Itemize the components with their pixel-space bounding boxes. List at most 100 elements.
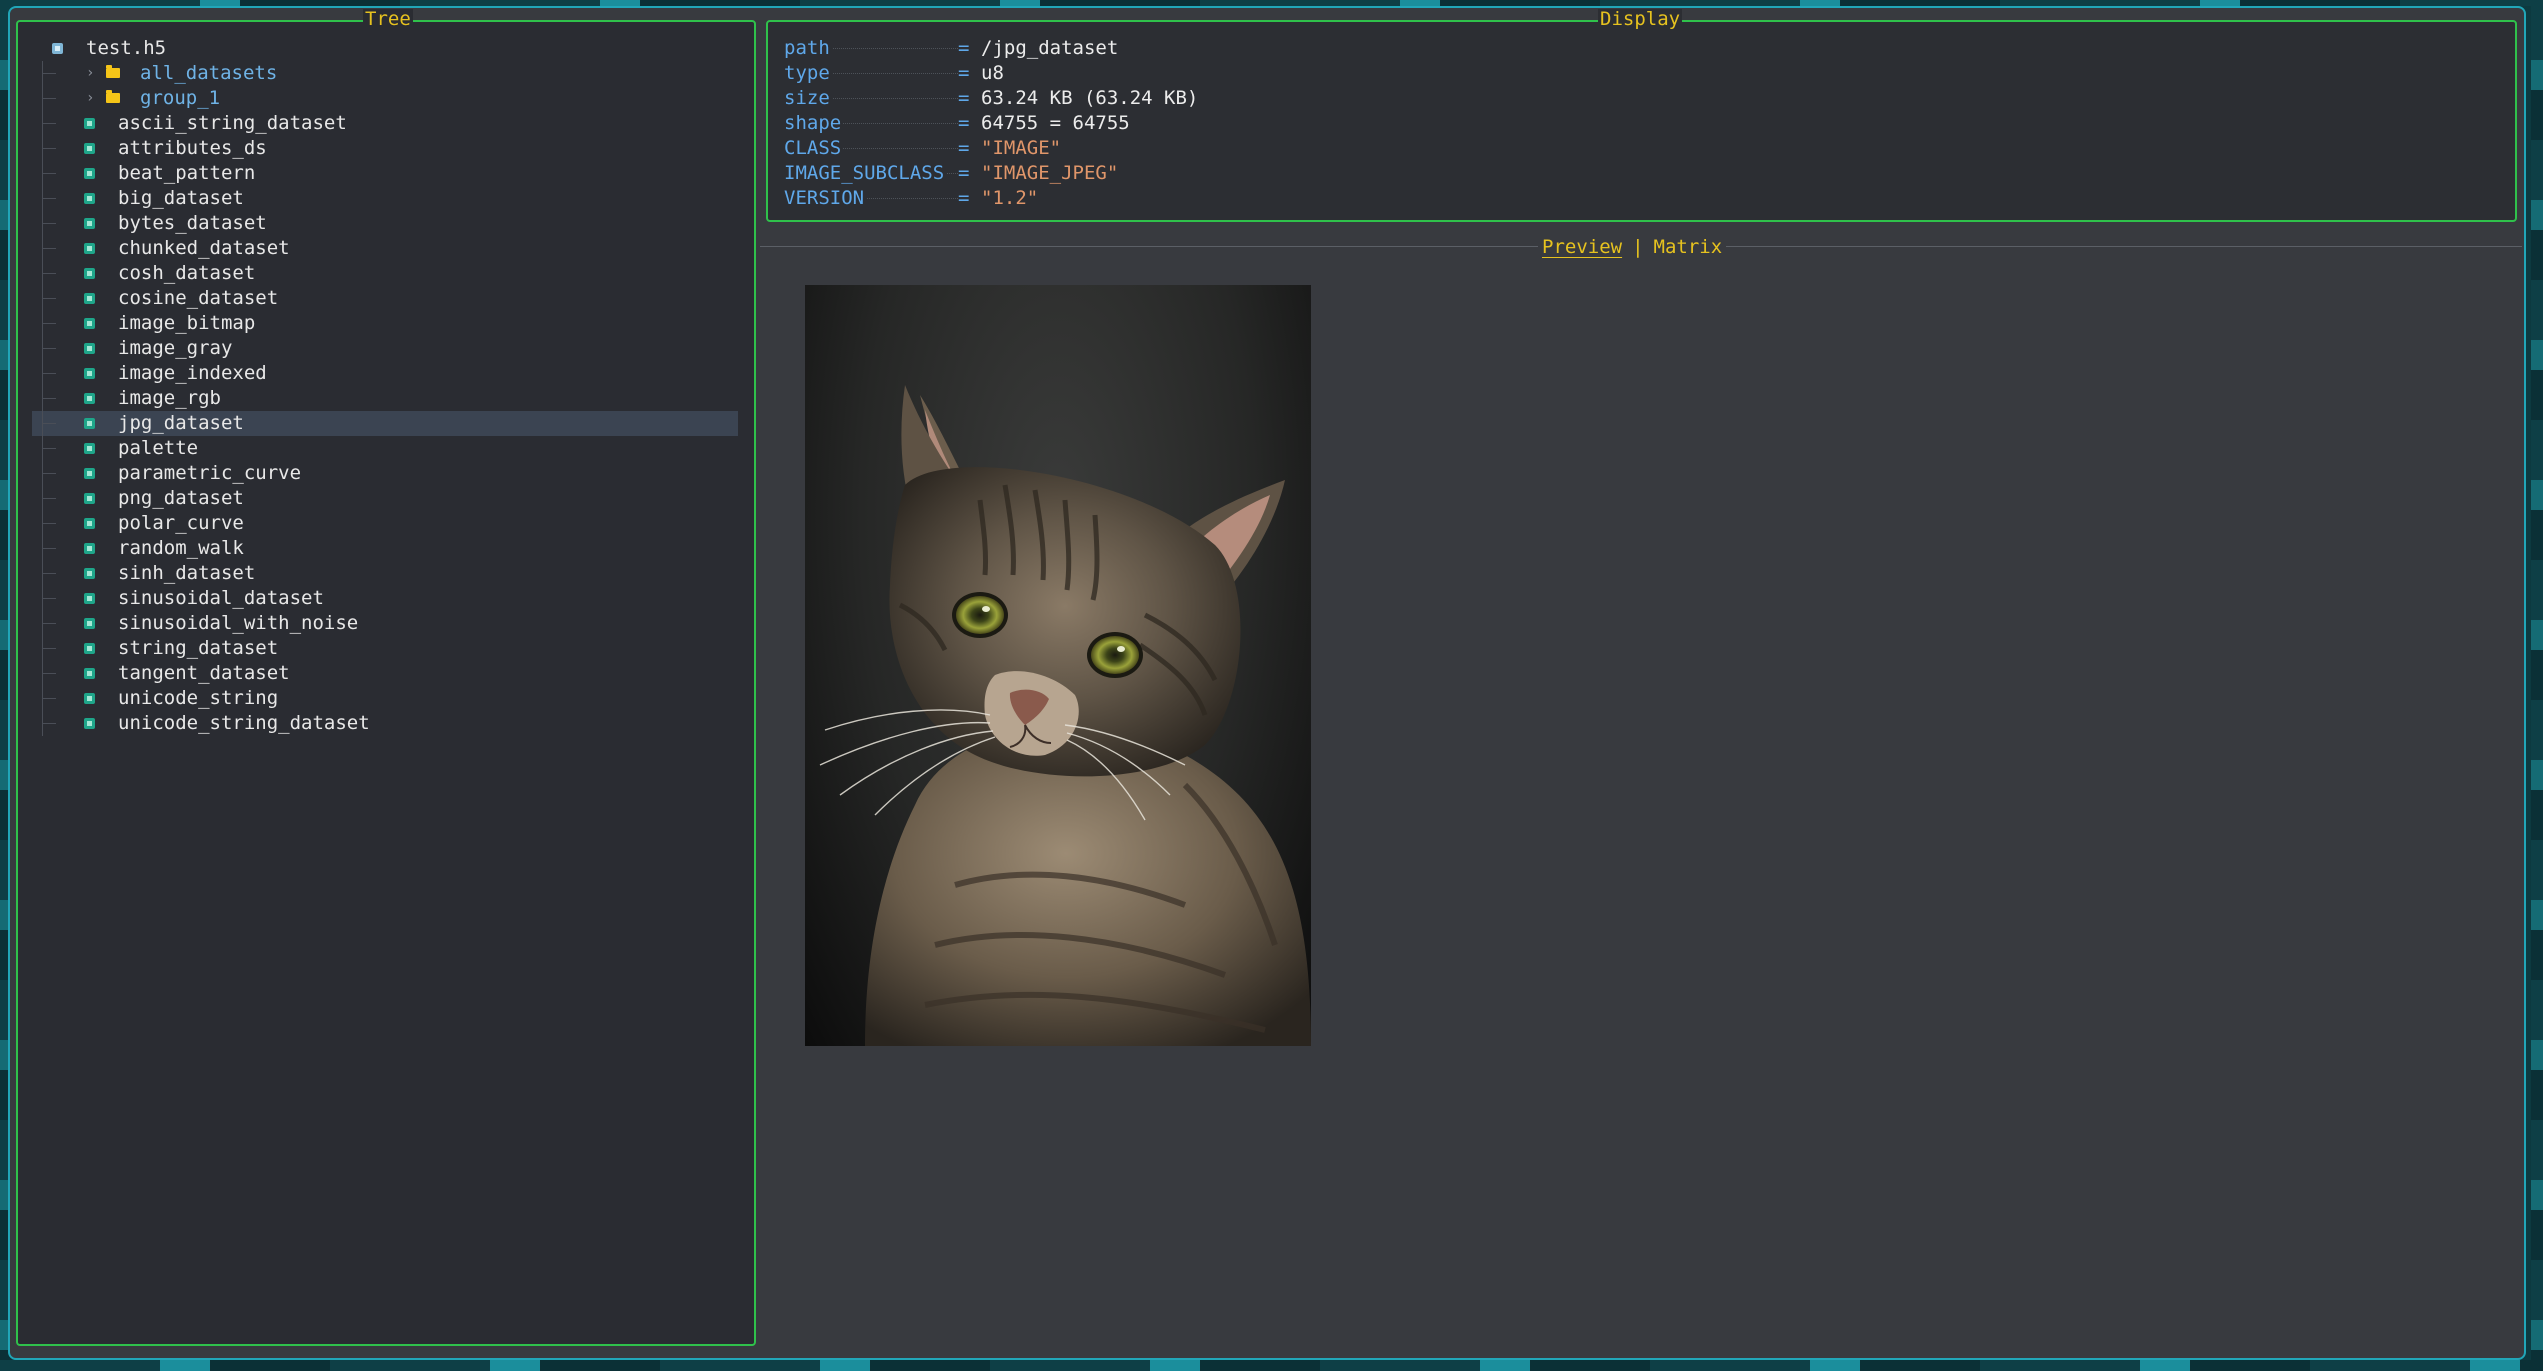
tree-dataset-item-selected[interactable]: jpg_dataset bbox=[32, 411, 738, 436]
dataset-icon bbox=[84, 368, 95, 379]
tree-panel-title: Tree bbox=[363, 8, 413, 30]
tree-root-item[interactable]: test.h5 bbox=[32, 36, 740, 61]
dataset-icon bbox=[84, 343, 95, 354]
tree-dataset-item[interactable]: attributes_ds bbox=[32, 136, 740, 161]
attribute-value: u8 bbox=[981, 62, 1004, 84]
tree-guide-line bbox=[42, 648, 56, 649]
tree-dataset-item[interactable]: image_bitmap bbox=[32, 311, 740, 336]
attribute-value: 63.24 KB (63.24 KB) bbox=[981, 87, 1199, 109]
tree-guide-line bbox=[42, 198, 56, 199]
attribute-equals: = bbox=[958, 112, 970, 134]
dataset-icon bbox=[84, 718, 95, 729]
tree-group-label: all_datasets bbox=[140, 62, 278, 84]
dataset-icon bbox=[84, 693, 95, 704]
tree-guide-line bbox=[42, 498, 56, 499]
attribute-equals: = bbox=[958, 162, 970, 184]
tree-dataset-item[interactable]: sinh_dataset bbox=[32, 561, 740, 586]
tree-dataset-item[interactable]: image_gray bbox=[32, 336, 740, 361]
tree-dataset-item[interactable]: unicode_string bbox=[32, 686, 740, 711]
tree-dataset-item[interactable]: sinusoidal_dataset bbox=[32, 586, 740, 611]
tree-guide-line bbox=[42, 148, 56, 149]
tree-dataset-label: bytes_dataset bbox=[118, 212, 267, 234]
tree-dataset-item[interactable]: sinusoidal_with_noise bbox=[32, 611, 740, 636]
tree-dataset-item[interactable]: big_dataset bbox=[32, 186, 740, 211]
tree-guide-line bbox=[42, 173, 56, 174]
dataset-icon bbox=[84, 218, 95, 229]
tree-dataset-label: cosine_dataset bbox=[118, 287, 279, 309]
tree-dataset-item[interactable]: cosh_dataset bbox=[32, 261, 740, 286]
dataset-icon bbox=[84, 318, 95, 329]
dataset-icon bbox=[84, 568, 95, 579]
tree-dataset-item[interactable]: polar_curve bbox=[32, 511, 740, 536]
tree-dataset-item[interactable]: png_dataset bbox=[32, 486, 740, 511]
tree-dataset-item[interactable]: chunked_dataset bbox=[32, 236, 740, 261]
tree-guide-line bbox=[42, 323, 56, 324]
image-preview bbox=[805, 285, 1311, 1046]
chevron-right-icon[interactable]: › bbox=[86, 86, 94, 111]
attribute-equals: = bbox=[958, 137, 970, 159]
tree-dataset-label: image_gray bbox=[118, 337, 233, 359]
tree-root-label: test.h5 bbox=[86, 37, 167, 59]
tree-dataset-item[interactable]: palette bbox=[32, 436, 740, 461]
tree-guide-line bbox=[42, 473, 56, 474]
dataset-icon bbox=[84, 118, 95, 129]
dataset-icon bbox=[84, 618, 95, 629]
tree-dataset-item[interactable]: image_indexed bbox=[32, 361, 740, 386]
attribute-value: 64755 = 64755 bbox=[981, 112, 1130, 134]
tree-guide-line bbox=[42, 273, 56, 274]
tree-dataset-label: chunked_dataset bbox=[118, 237, 290, 259]
tree-panel[interactable]: Tree test.h5 › all_datasets › group_1 ascii_… bbox=[16, 9, 756, 1346]
dataset-icon bbox=[84, 143, 95, 154]
tree-guide-line bbox=[42, 123, 56, 124]
tree-dataset-item[interactable]: unicode_string_dataset bbox=[32, 711, 740, 736]
desktop-background-bottom bbox=[0, 1360, 2543, 1371]
display-panel-title: Display bbox=[1598, 8, 1683, 30]
dataset-icon bbox=[84, 493, 95, 504]
tree-dataset-item[interactable]: parametric_curve bbox=[32, 461, 740, 486]
tree-dataset-label: png_dataset bbox=[118, 487, 244, 509]
tree-guide-line bbox=[42, 598, 56, 599]
tree-dataset-label: image_indexed bbox=[118, 362, 267, 384]
attribute-value: "1.2" bbox=[981, 187, 1039, 209]
tree-guide-line bbox=[42, 673, 56, 674]
tree-dataset-label: beat_pattern bbox=[118, 162, 256, 184]
tree-guide-line bbox=[42, 723, 56, 724]
dataset-icon bbox=[84, 468, 95, 479]
tree-dataset-item[interactable]: ascii_string_dataset bbox=[32, 111, 740, 136]
tree-group-item[interactable]: › all_datasets bbox=[32, 61, 740, 86]
dataset-icon bbox=[84, 293, 95, 304]
dataset-icon bbox=[84, 543, 95, 554]
desktop-background-right bbox=[2531, 0, 2543, 1371]
tree-guide-line bbox=[42, 98, 56, 99]
tab-preview[interactable]: Preview bbox=[1542, 236, 1622, 258]
tree-dataset-item[interactable]: tangent_dataset bbox=[32, 661, 740, 686]
tree-dataset-item[interactable]: image_rgb bbox=[32, 386, 740, 411]
chevron-right-icon[interactable]: › bbox=[86, 61, 94, 86]
tree-dataset-label: image_bitmap bbox=[118, 312, 256, 334]
tree-guide-line bbox=[42, 623, 56, 624]
tree-guide-line bbox=[42, 348, 56, 349]
attribute-key: shape bbox=[784, 111, 844, 136]
attribute-equals: = bbox=[958, 87, 970, 109]
tree-dataset-label: big_dataset bbox=[118, 187, 244, 209]
tree-dataset-item[interactable]: beat_pattern bbox=[32, 161, 740, 186]
tree-dataset-item[interactable]: cosine_dataset bbox=[32, 286, 740, 311]
tree-group-item[interactable]: › group_1 bbox=[32, 86, 740, 111]
tree-dataset-item[interactable]: bytes_dataset bbox=[32, 211, 740, 236]
dataset-icon bbox=[84, 193, 95, 204]
tree-list: test.h5 › all_datasets › group_1 ascii_strin… bbox=[32, 36, 740, 736]
dataset-icon bbox=[84, 393, 95, 404]
tree-guide-line bbox=[42, 548, 56, 549]
tree-dataset-item[interactable]: random_walk bbox=[32, 536, 740, 561]
tab-matrix[interactable]: Matrix bbox=[1654, 236, 1723, 258]
attribute-equals: = bbox=[958, 62, 970, 84]
tree-guide-line bbox=[42, 248, 56, 249]
tree-guide-line bbox=[42, 373, 56, 374]
tree-dataset-item[interactable]: string_dataset bbox=[32, 636, 740, 661]
attribute-value: "IMAGE" bbox=[981, 137, 1062, 159]
tree-dataset-label: polar_curve bbox=[118, 512, 244, 534]
dataset-icon bbox=[84, 443, 95, 454]
tree-dataset-label: tangent_dataset bbox=[118, 662, 290, 684]
attribute-key: type bbox=[784, 61, 832, 86]
tree-dataset-label: unicode_string bbox=[118, 687, 279, 709]
